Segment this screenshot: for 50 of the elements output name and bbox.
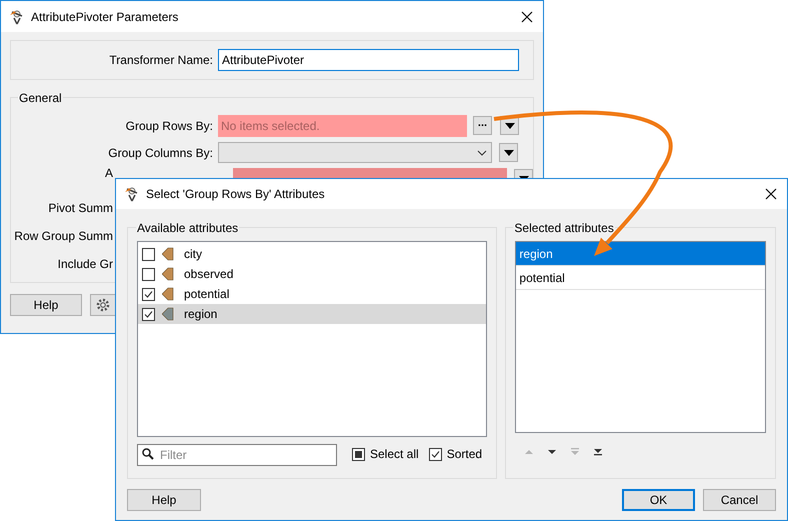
wizard-icon: [9, 8, 25, 24]
gear-icon: [95, 297, 111, 313]
cancel-button[interactable]: Cancel: [703, 489, 776, 511]
help-button[interactable]: Help: [10, 294, 82, 316]
checkbox[interactable]: [142, 248, 155, 260]
checkbox[interactable]: [142, 268, 155, 280]
search-icon: [142, 448, 154, 460]
attribute-row[interactable]: observed: [138, 264, 486, 284]
browse-button[interactable]: ...: [473, 116, 492, 135]
placeholder-text: No items selected.: [221, 118, 320, 134]
help-button[interactable]: Help: [127, 489, 201, 511]
triangle-down-icon: [547, 448, 558, 456]
triangle-down-icon: [504, 150, 514, 156]
checkbox[interactable]: [142, 288, 155, 300]
attribute-name: observed: [184, 266, 234, 283]
ok-button[interactable]: OK: [622, 489, 695, 511]
window-title: AttributePivoter Parameters: [31, 8, 180, 26]
field-label: Group Columns By:: [108, 144, 213, 162]
name-field[interactable]: AttributePivoter: [218, 49, 519, 71]
attribute-name: potential: [519, 270, 565, 286]
field-label: Group Rows By:: [126, 118, 213, 134]
attribute-row[interactable]: region: [138, 304, 486, 324]
dialog-title: Select 'Group Rows By' Attributes: [146, 186, 325, 203]
checkbox-label: Sorted: [446, 446, 482, 463]
checkbox[interactable]: [142, 308, 155, 320]
attribute-name: region: [184, 306, 218, 323]
checkbox[interactable]: [428, 448, 442, 460]
field-label: Transformer Name:: [109, 52, 213, 69]
wizard-icon: [124, 186, 140, 202]
field-label: Pivot Summ: [48, 200, 113, 217]
field-label: Row Group Summ: [14, 228, 113, 245]
attribute-row[interactable]: potential: [138, 284, 486, 304]
triangle-down-icon: [504, 122, 514, 128]
triangle-down-icon: [593, 448, 604, 456]
filter-field[interactable]: Filter: [137, 444, 337, 466]
selected-row[interactable]: region: [516, 242, 765, 266]
close-icon[interactable]: [765, 188, 777, 200]
chevron-down-icon: [477, 150, 487, 156]
attribute-name: region: [519, 246, 553, 262]
move-bottom-button[interactable]: [592, 446, 604, 458]
attribute-name: city: [184, 246, 202, 263]
checkbox[interactable]: [352, 448, 365, 460]
attribute-name: potential: [184, 286, 230, 303]
selected-row[interactable]: potential: [516, 266, 765, 290]
dropdown-button[interactable]: [499, 143, 518, 162]
close-icon[interactable]: [521, 10, 533, 22]
field-label: Include Gr: [58, 256, 113, 273]
attribute-row[interactable]: city: [138, 244, 486, 264]
field-label: A: [104, 165, 113, 182]
checkbox-label: Select all: [370, 446, 419, 463]
